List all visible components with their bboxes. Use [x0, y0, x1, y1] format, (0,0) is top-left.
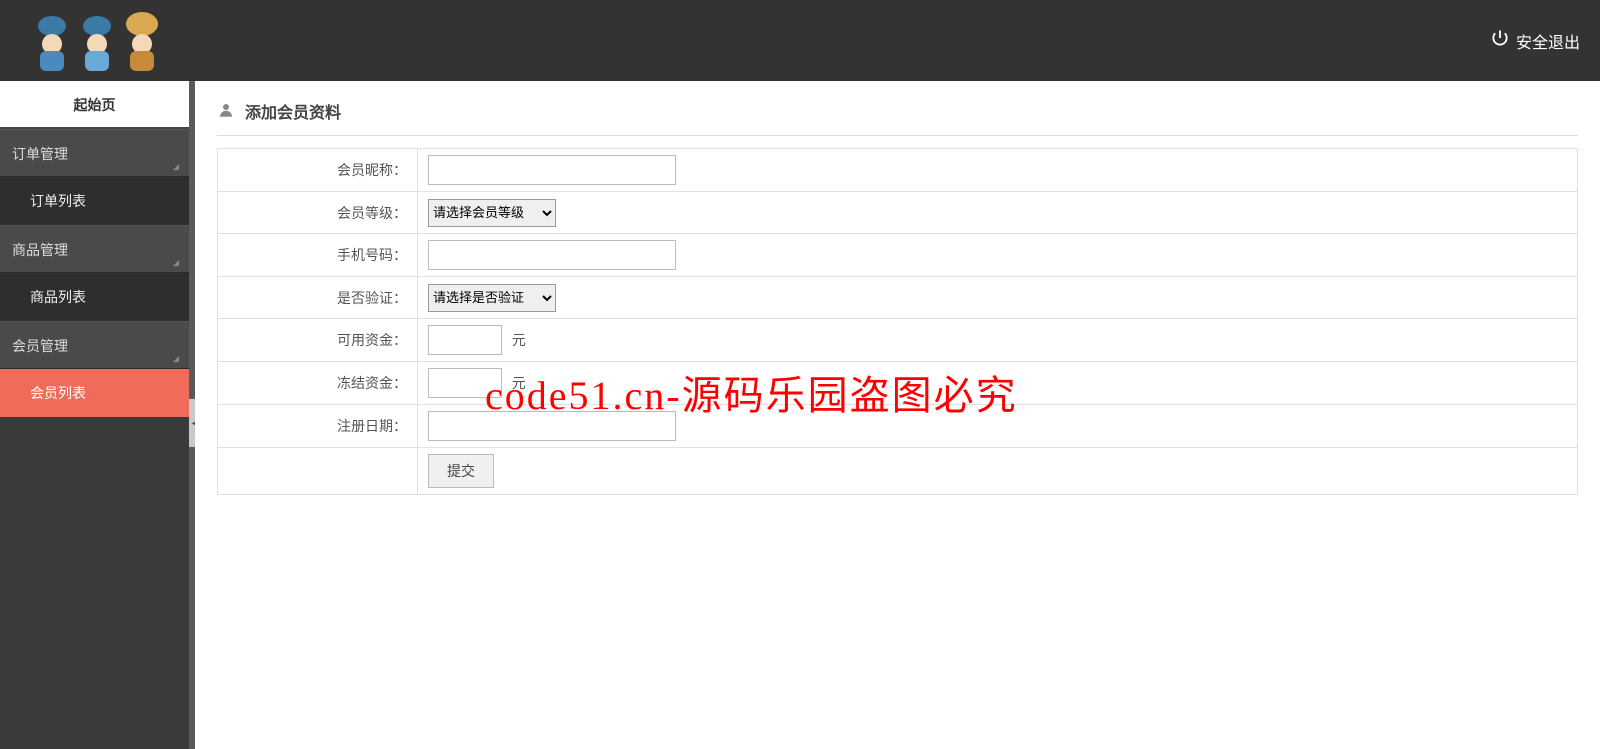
- panel-header: 添加会员资料: [217, 99, 1578, 136]
- available-funds-unit: 元: [512, 332, 526, 348]
- sidebar-group-orders[interactable]: 订单管理: [0, 129, 189, 177]
- verify-select[interactable]: 请选择是否验证: [428, 284, 556, 312]
- regdate-label: 注册日期：: [218, 405, 418, 448]
- logo-character-1: [30, 6, 75, 76]
- main-content: 添加会员资料 会员昵称： 会员等级： 请选择会员等级 手机号码：: [195, 81, 1600, 749]
- power-icon: [1490, 28, 1510, 53]
- level-select[interactable]: 请选择会员等级: [428, 199, 556, 227]
- logout-label: 安全退出: [1516, 29, 1580, 53]
- sidebar-item-order-list[interactable]: 订单列表: [0, 177, 189, 225]
- logo-character-2: [75, 6, 120, 76]
- sidebar-group-members[interactable]: 会员管理: [0, 321, 189, 369]
- available-funds-label: 可用资金：: [218, 319, 418, 362]
- logo-character-3: [120, 6, 165, 76]
- frozen-funds-label: 冻结资金：: [218, 362, 418, 405]
- phone-label: 手机号码：: [218, 234, 418, 277]
- nickname-label: 会员昵称：: [218, 149, 418, 192]
- nickname-input[interactable]: [428, 155, 676, 185]
- sidebar: 起始页 订单管理 订单列表 商品管理 商品列表 会员管理 会员列表 ◂: [0, 81, 195, 749]
- sidebar-start-page[interactable]: 起始页: [0, 81, 189, 129]
- submit-button[interactable]: 提交: [428, 454, 494, 488]
- sidebar-item-product-list[interactable]: 商品列表: [0, 273, 189, 321]
- sidebar-group-products[interactable]: 商品管理: [0, 225, 189, 273]
- verify-label: 是否验证：: [218, 277, 418, 319]
- logout-button[interactable]: 安全退出: [1490, 28, 1580, 53]
- user-icon: [217, 101, 235, 122]
- available-funds-input[interactable]: [428, 325, 502, 355]
- logo: [30, 3, 180, 78]
- frozen-funds-input[interactable]: [428, 368, 502, 398]
- top-bar: 安全退出: [0, 0, 1600, 81]
- frozen-funds-unit: 元: [512, 375, 526, 391]
- sidebar-item-member-list[interactable]: 会员列表: [0, 369, 189, 417]
- regdate-input[interactable]: [428, 411, 676, 441]
- level-label: 会员等级：: [218, 192, 418, 234]
- phone-input[interactable]: [428, 240, 676, 270]
- panel-title: 添加会员资料: [245, 99, 341, 123]
- member-form: 会员昵称： 会员等级： 请选择会员等级 手机号码：: [217, 148, 1578, 495]
